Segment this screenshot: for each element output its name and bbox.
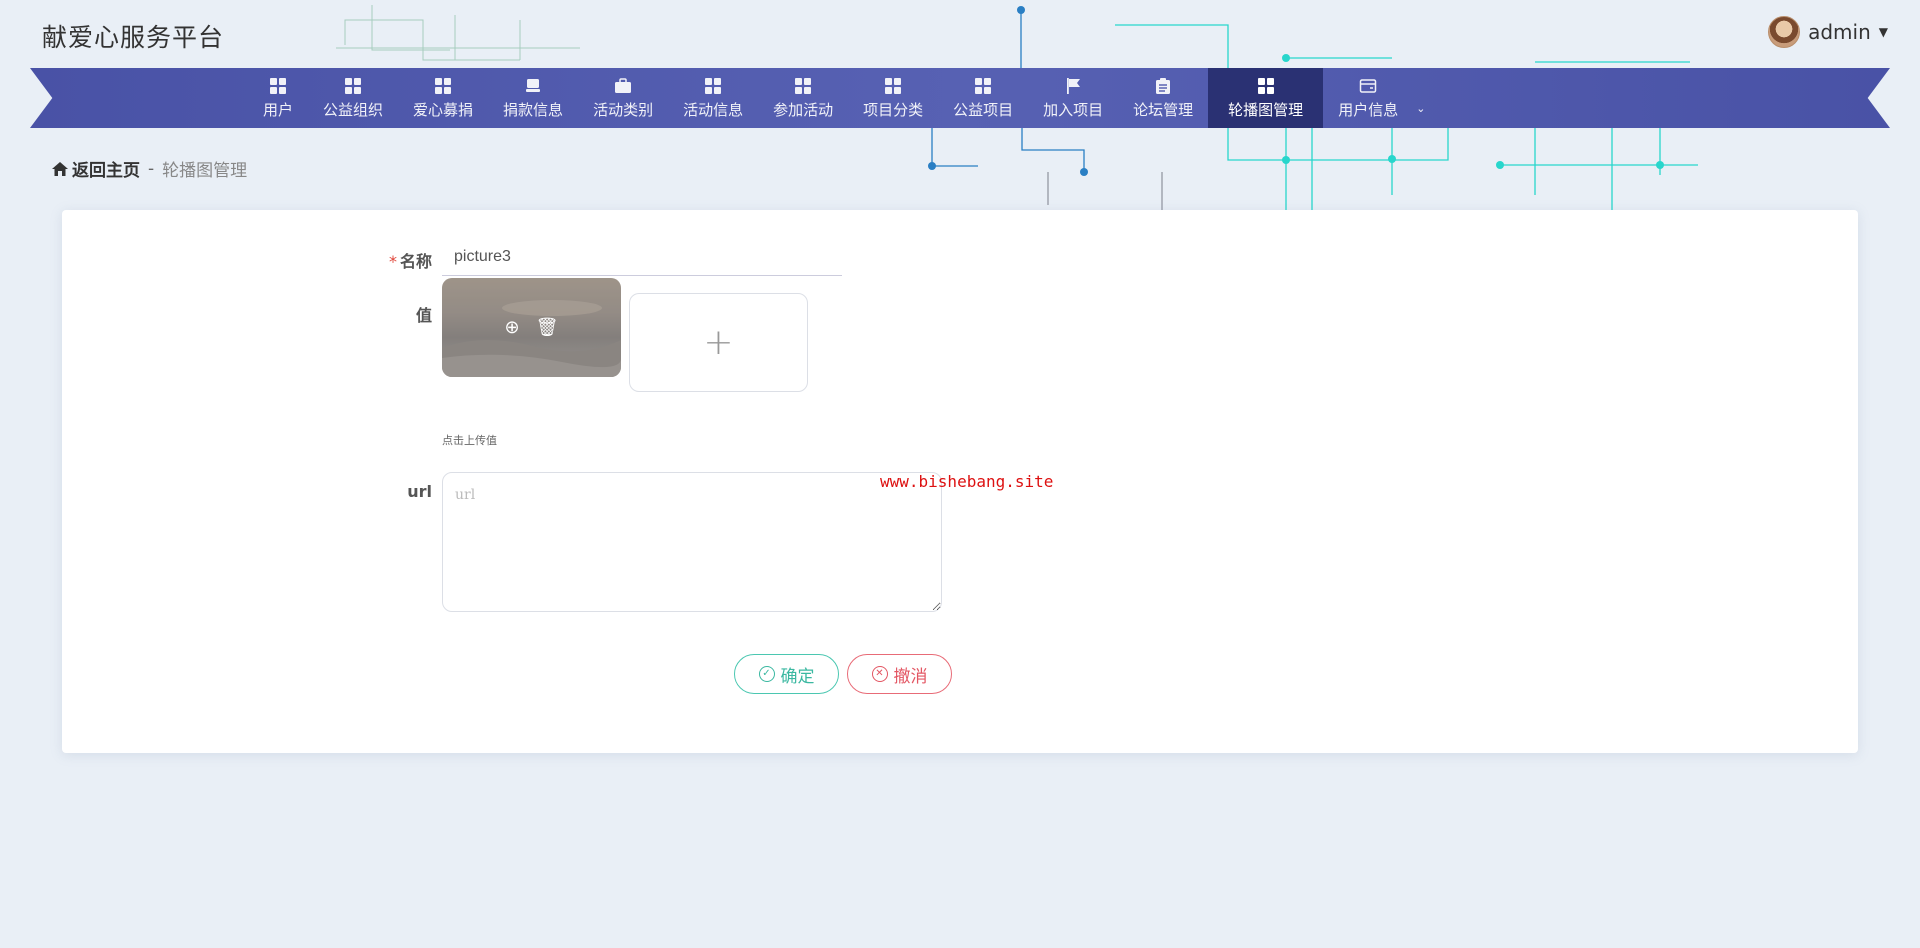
grid-icon bbox=[435, 77, 452, 94]
nav-item-join-activity[interactable]: 参加活动 bbox=[758, 68, 848, 128]
user-menu[interactable]: admin ▼ bbox=[1768, 16, 1888, 48]
required-mark: * bbox=[388, 252, 397, 271]
value-label: 值 bbox=[415, 306, 432, 325]
breadcrumb: 返回主页 - 轮播图管理 bbox=[52, 156, 247, 181]
nav-item-activity-info[interactable]: 活动信息 bbox=[668, 68, 758, 128]
name-input[interactable] bbox=[442, 238, 842, 276]
nav-item-label: 论坛管理 bbox=[1133, 100, 1194, 119]
nav-item-charity-org[interactable]: 公益组织 bbox=[308, 68, 398, 128]
grid-icon bbox=[795, 77, 812, 94]
avatar[interactable] bbox=[1768, 16, 1801, 48]
nav-item-label: 活动信息 bbox=[683, 100, 744, 119]
url-label: url bbox=[407, 482, 432, 501]
uploaded-image-thumbnail[interactable]: ⊕ 🗑 bbox=[442, 278, 621, 377]
thumbnail-actions: ⊕ 🗑 bbox=[442, 278, 621, 377]
nav-item-label: 项目分类 bbox=[863, 100, 924, 119]
grid-icon bbox=[345, 77, 362, 94]
nav-item-label: 捐款信息 bbox=[503, 100, 564, 119]
nav-items: 用户 公益组织 爱心募捐 捐款信息 活动类别 活动信息 参加活动 项目分类 公益… bbox=[248, 68, 1440, 128]
nav-item-users[interactable]: 用户 bbox=[248, 68, 308, 128]
confirm-button[interactable]: ✓ 确定 bbox=[734, 654, 839, 694]
nav-item-label: 公益组织 bbox=[323, 100, 384, 119]
top-header: 献爱心服务平台 admin ▼ bbox=[0, 0, 1920, 68]
briefcase-icon bbox=[615, 77, 632, 93]
nav-item-user-info[interactable]: 用户信息 ⌄ bbox=[1323, 68, 1440, 128]
name-label: * 名称 bbox=[312, 248, 432, 272]
check-circle-icon: ✓ bbox=[758, 666, 775, 682]
nav-item-label: 参加活动 bbox=[773, 100, 834, 119]
cancel-label: 撤消 bbox=[893, 666, 928, 687]
breadcrumb-current: 轮播图管理 bbox=[162, 161, 248, 181]
caret-down-icon[interactable]: ▼ bbox=[1879, 25, 1888, 39]
stamp-icon bbox=[526, 78, 541, 92]
grid-icon bbox=[705, 77, 722, 94]
breadcrumb-separator: - bbox=[148, 158, 155, 179]
user-name[interactable]: admin bbox=[1808, 20, 1871, 44]
plus-icon: + bbox=[703, 322, 734, 363]
nav-item-join-project[interactable]: 加入项目 bbox=[1028, 68, 1118, 128]
name-label-text: 名称 bbox=[399, 252, 432, 271]
nav-item-donations[interactable]: 捐款信息 bbox=[488, 68, 578, 128]
upload-button[interactable]: + bbox=[629, 293, 808, 392]
url-textarea[interactable] bbox=[442, 472, 942, 612]
home-icon bbox=[52, 161, 68, 176]
grid-icon bbox=[885, 77, 902, 94]
nav-item-forum[interactable]: 论坛管理 bbox=[1118, 68, 1208, 128]
breadcrumb-home[interactable]: 返回主页 bbox=[52, 156, 140, 181]
trash-icon[interactable]: 🗑 bbox=[536, 317, 559, 338]
upload-tip: 点击上传值 bbox=[442, 434, 497, 447]
breadcrumb-home-label[interactable]: 返回主页 bbox=[72, 156, 140, 181]
nav-item-charity-projects[interactable]: 公益项目 bbox=[938, 68, 1028, 128]
clipboard-icon bbox=[1156, 77, 1171, 94]
grid-icon bbox=[975, 77, 992, 94]
nav-item-label: 轮播图管理 bbox=[1228, 100, 1304, 119]
grid-icon bbox=[270, 77, 286, 94]
nav-item-project-category[interactable]: 项目分类 bbox=[848, 68, 938, 128]
zoom-in-icon[interactable]: ⊕ bbox=[505, 317, 520, 338]
nav-item-label: 公益项目 bbox=[953, 100, 1014, 119]
nav-item-label: 用户信息 bbox=[1338, 100, 1399, 119]
flag-icon bbox=[1067, 77, 1081, 94]
nav-item-label: 活动类别 bbox=[593, 100, 654, 119]
nav-item-activity-types[interactable]: 活动类别 bbox=[578, 68, 668, 128]
nav-item-label: 爱心募捐 bbox=[413, 100, 474, 119]
grid-icon bbox=[1257, 77, 1274, 94]
nav-item-carousel[interactable]: 轮播图管理 bbox=[1208, 68, 1324, 128]
chevron-down-icon[interactable]: ⌄ bbox=[1416, 102, 1425, 115]
nav-item-label: 用户 bbox=[263, 100, 294, 119]
site-title: 献爱心服务平台 bbox=[42, 23, 225, 52]
close-circle-icon: ✕ bbox=[871, 666, 888, 682]
nav-item-label: 加入项目 bbox=[1043, 100, 1104, 119]
confirm-label: 确定 bbox=[780, 666, 815, 687]
nav-item-fundraising[interactable]: 爱心募捐 bbox=[398, 68, 488, 128]
watermark: www.bishebang.site bbox=[880, 472, 1054, 491]
cancel-button[interactable]: ✕ 撤消 bbox=[847, 654, 952, 694]
wallet-icon bbox=[1359, 78, 1377, 93]
